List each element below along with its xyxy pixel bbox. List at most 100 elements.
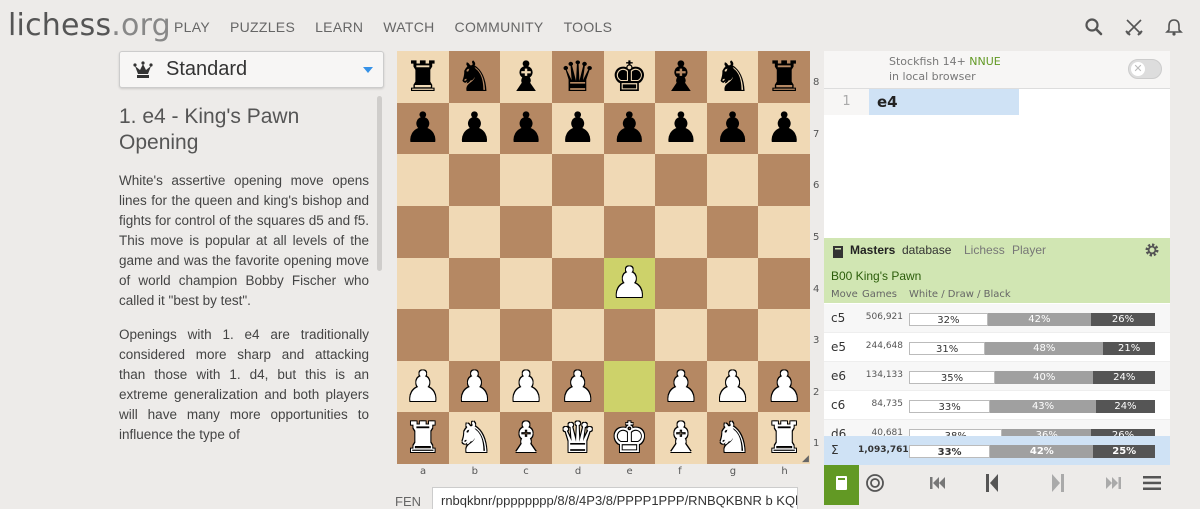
black-queen-icon[interactable]: ♛	[552, 51, 604, 103]
square-a5[interactable]	[397, 205, 449, 258]
white-pawn-icon[interactable]: ♟	[397, 361, 449, 413]
black-pawn-icon[interactable]: ♟	[500, 103, 552, 155]
square-c4[interactable]	[500, 257, 552, 310]
board-resize-handle[interactable]: ◢	[802, 454, 809, 464]
nav-play[interactable]: PLAY	[174, 19, 210, 35]
explorer-row[interactable]: e6 134,133 35% 40% 24%	[824, 362, 1170, 391]
square-c3[interactable]	[500, 309, 552, 361]
move-white[interactable]: e4	[869, 89, 1019, 115]
white-king-icon[interactable]: ♚	[604, 412, 656, 464]
black-pawn-icon[interactable]: ♟	[655, 103, 707, 155]
black-pawn-icon[interactable]: ♟	[707, 103, 759, 155]
tab-player[interactable]: Player	[1012, 243, 1046, 257]
square-f5[interactable]	[655, 205, 707, 258]
nav-learn[interactable]: LEARN	[315, 19, 363, 35]
search-icon[interactable]	[1084, 17, 1104, 37]
square-d4[interactable]	[551, 257, 604, 310]
nav-tools[interactable]: TOOLS	[564, 19, 613, 35]
square-b5[interactable]	[448, 205, 501, 258]
square-d3[interactable]	[551, 309, 604, 361]
square-g3[interactable]	[706, 309, 759, 361]
nav-community[interactable]: COMMUNITY	[455, 19, 544, 35]
black-rook-icon[interactable]: ♜	[397, 51, 449, 103]
square-b3[interactable]	[448, 309, 501, 361]
last-move-button[interactable]	[1101, 465, 1125, 505]
square-d5[interactable]	[551, 205, 604, 258]
swords-icon[interactable]	[1124, 17, 1144, 37]
chess-board[interactable]: ♜ ♞ ♝ ♛ ♚ ♝ ♞ ♜ ♟ ♟ ♟ ♟ ♟ ♟ ♟ ♟ ♟ ♟ ♟ ♟ ♟ ♟ ♟ ♟ ♜ ♞ ♝ ♛ ♚ ♝ ♞ ♜	[397, 51, 810, 464]
move-index: 1	[824, 89, 869, 115]
square-e6[interactable]	[603, 154, 656, 206]
black-knight-icon[interactable]: ♞	[707, 51, 759, 103]
nav-watch[interactable]: WATCH	[383, 19, 434, 35]
first-move-button[interactable]	[926, 465, 950, 505]
square-h3[interactable]	[758, 309, 810, 361]
square-f6[interactable]	[655, 154, 707, 206]
black-pawn-icon[interactable]: ♟	[758, 103, 810, 155]
opening-paragraph-2: Openings with 1. e4 are traditionally co…	[119, 327, 369, 442]
white-pawn-icon[interactable]: ♟	[707, 361, 759, 413]
practice-button[interactable]	[862, 465, 888, 505]
square-a4[interactable]	[397, 257, 449, 310]
square-c6[interactable]	[500, 154, 552, 206]
explorer-toggle-button[interactable]	[824, 465, 859, 505]
engine-toggle[interactable]: ✕	[1128, 59, 1162, 79]
black-pawn-icon[interactable]: ♟	[552, 103, 604, 155]
black-bishop-icon[interactable]: ♝	[655, 51, 707, 103]
white-knight-icon[interactable]: ♞	[449, 412, 501, 464]
square-g6[interactable]	[706, 154, 759, 206]
white-knight-icon[interactable]: ♞	[707, 412, 759, 464]
square-d6[interactable]	[551, 154, 604, 206]
square-f4[interactable]	[655, 257, 707, 310]
square-e5[interactable]	[603, 205, 656, 258]
bell-icon[interactable]	[1164, 17, 1184, 37]
white-queen-icon[interactable]: ♛	[552, 412, 604, 464]
white-bishop-icon[interactable]: ♝	[655, 412, 707, 464]
black-knight-icon[interactable]: ♞	[449, 51, 501, 103]
square-e3[interactable]	[603, 309, 656, 361]
variant-select[interactable]: Standard	[119, 51, 384, 88]
menu-button[interactable]	[1140, 465, 1164, 505]
square-a6[interactable]	[397, 154, 449, 206]
black-pawn-icon[interactable]: ♟	[449, 103, 501, 155]
square-g4[interactable]	[706, 257, 759, 310]
black-king-icon[interactable]: ♚	[604, 51, 656, 103]
gear-icon[interactable]	[1144, 242, 1160, 258]
opening-title: 1. e4 - King's Pawn Opening	[119, 105, 300, 154]
black-percent: 26%	[1091, 313, 1155, 326]
tab-masters-database[interactable]: database	[902, 243, 951, 257]
nav-puzzles[interactable]: PUZZLES	[230, 19, 295, 35]
white-bishop-icon[interactable]: ♝	[500, 412, 552, 464]
next-move-button[interactable]	[1046, 465, 1070, 505]
explorer-row[interactable]: e5 244,648 31% 48% 21%	[824, 333, 1170, 362]
square-b6[interactable]	[448, 154, 501, 206]
explorer-row[interactable]: c6 84,735 33% 43% 24%	[824, 391, 1170, 420]
black-bishop-icon[interactable]: ♝	[500, 51, 552, 103]
white-pawn-icon[interactable]: ♟	[552, 361, 604, 413]
explorer-row[interactable]: c5 506,921 32% 42% 26%	[824, 304, 1170, 333]
black-pawn-icon[interactable]: ♟	[604, 103, 656, 155]
tab-lichess[interactable]: Lichess	[964, 243, 1005, 257]
tab-masters[interactable]: Masters	[850, 243, 895, 257]
white-pawn-icon[interactable]: ♟	[449, 361, 501, 413]
black-pawn-icon[interactable]: ♟	[397, 103, 449, 155]
square-h5[interactable]	[758, 205, 810, 258]
description-scrollbar[interactable]	[377, 96, 382, 271]
black-rook-icon[interactable]: ♜	[758, 51, 810, 103]
square-b4[interactable]	[448, 257, 501, 310]
fen-input[interactable]: rnbqkbnr/pppppppp/8/8/4P3/8/PPPP1PPP/RNB…	[432, 487, 798, 509]
square-e2[interactable]	[603, 360, 656, 413]
square-f3[interactable]	[655, 309, 707, 361]
white-pawn-icon[interactable]: ♟	[604, 258, 656, 310]
previous-move-button[interactable]	[980, 465, 1004, 505]
site-logo[interactable]: lichess.org	[8, 8, 171, 43]
square-c5[interactable]	[500, 205, 552, 258]
square-h4[interactable]	[758, 257, 810, 310]
square-h6[interactable]	[758, 154, 810, 206]
white-pawn-icon[interactable]: ♟	[758, 361, 810, 413]
square-a3[interactable]	[397, 309, 449, 361]
white-rook-icon[interactable]: ♜	[397, 412, 449, 464]
white-pawn-icon[interactable]: ♟	[655, 361, 707, 413]
square-g5[interactable]	[706, 205, 759, 258]
white-pawn-icon[interactable]: ♟	[500, 361, 552, 413]
